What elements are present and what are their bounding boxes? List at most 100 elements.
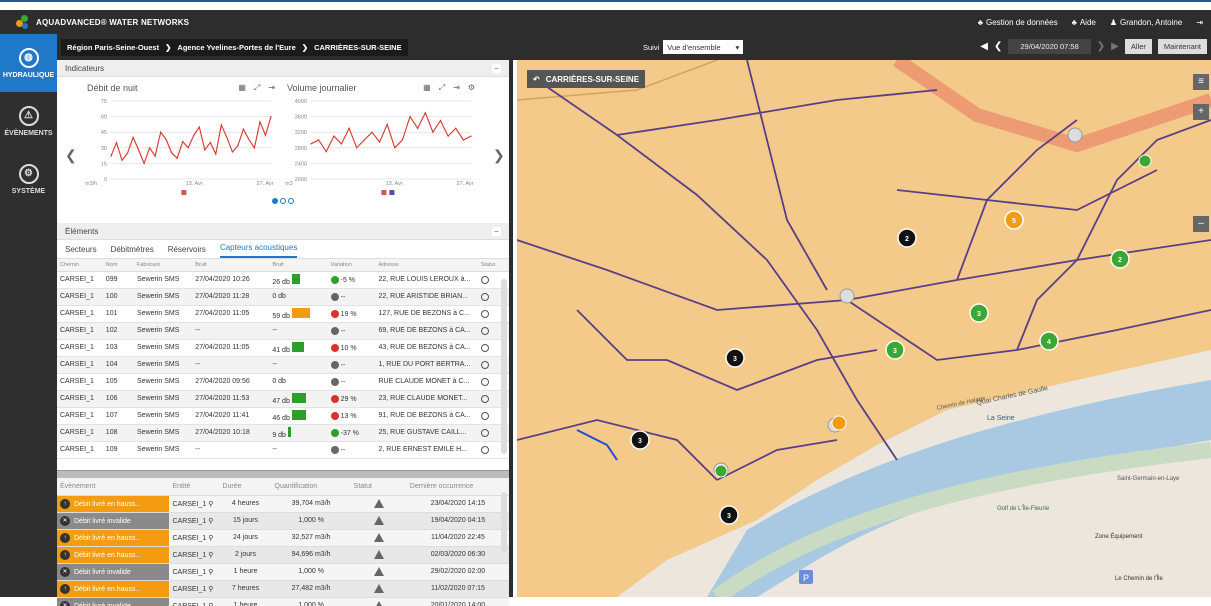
- go-button[interactable]: Aller: [1125, 39, 1152, 54]
- sensor-active-icon: [1139, 155, 1151, 167]
- network-map[interactable]: Quai Charles de Gaulle Chemin de Halage …: [517, 60, 1211, 597]
- column-header[interactable]: Entité: [169, 478, 219, 495]
- cell-date: --: [192, 441, 269, 458]
- date-field[interactable]: 29/04/2020 07:58: [1008, 39, 1090, 54]
- calculator-icon[interactable]: ▦: [238, 83, 246, 93]
- now-button[interactable]: Maintenant: [1158, 39, 1207, 54]
- column-header[interactable]: Durée: [219, 478, 271, 495]
- table-row[interactable]: CARSEI_1100Sewerin SMS27/04/2020 11:280 …: [57, 288, 509, 305]
- table-row[interactable]: CARSEI_1099Sewerin SMS27/04/2020 10:2626…: [57, 271, 509, 288]
- status-circle-icon[interactable]: [481, 293, 489, 301]
- nav-evenements[interactable]: ⚠ ÉVÈNEMENTS: [0, 92, 57, 150]
- warning-icon: ⚠: [19, 106, 39, 126]
- column-header[interactable]: Bruit: [192, 259, 269, 271]
- nav-hydraulique[interactable]: ◍ HYDRAULIQUE: [0, 34, 57, 92]
- status-circle-icon[interactable]: [481, 412, 489, 420]
- map-view[interactable]: Quai Charles de Gaulle Chemin de Halage …: [517, 60, 1211, 597]
- locate-icon[interactable]: ⚲: [206, 569, 213, 576]
- rewind-icon[interactable]: ◀: [980, 41, 988, 52]
- tab-reservoirs[interactable]: Réservoirs: [168, 245, 206, 258]
- forward-icon[interactable]: ▶: [1111, 41, 1119, 52]
- tab-debitmetres[interactable]: Débitmètres: [111, 245, 154, 258]
- expand-icon[interactable]: ⤢: [439, 83, 445, 93]
- table-row[interactable]: CARSEI_1107Sewerin SMS27/04/2020 11:4146…: [57, 407, 509, 424]
- table-row[interactable]: ✕Débit livré invalideCARSEI_1 ⚲15 jours1…: [57, 512, 509, 529]
- status-circle-icon[interactable]: [481, 395, 489, 403]
- logout-icon[interactable]: ⇥: [1196, 18, 1203, 27]
- column-header[interactable]: Statut: [351, 478, 407, 495]
- zoom-in-button[interactable]: +: [1193, 104, 1209, 120]
- column-header[interactable]: Chemin: [57, 259, 103, 271]
- user-menu[interactable]: ♟Grandon, Antoine: [1110, 18, 1182, 27]
- locate-icon[interactable]: ⚲: [206, 586, 213, 593]
- table-row[interactable]: CARSEI_1102Sewerin SMS------69, RUE DE B…: [57, 322, 509, 339]
- app-title: AQUADVANCED® WATER NETWORKS: [36, 18, 189, 27]
- layers-icon[interactable]: ≡: [1193, 74, 1209, 90]
- collapse-icon[interactable]: –: [492, 64, 501, 73]
- locate-icon[interactable]: ⚲: [206, 603, 213, 606]
- table-row[interactable]: CARSEI_1106Sewerin SMS27/04/2020 11:5347…: [57, 390, 509, 407]
- table-scrollbar[interactable]: [501, 279, 507, 454]
- zoom-out-button[interactable]: –: [1193, 216, 1209, 232]
- column-header[interactable]: Nom: [103, 259, 134, 271]
- status-circle-icon[interactable]: [481, 327, 489, 335]
- export-icon[interactable]: ⇥: [268, 83, 275, 93]
- table-row[interactable]: ↑Débit livré en hauss...CARSEI_1 ⚲24 jou…: [57, 529, 509, 546]
- status-circle-icon[interactable]: [481, 276, 489, 284]
- next-chart-icon[interactable]: ❯: [493, 147, 505, 164]
- export-icon[interactable]: ⇥: [453, 83, 460, 93]
- locate-icon[interactable]: ⚲: [206, 535, 213, 542]
- breadcrumb-city[interactable]: CARRIÈRES-SUR-SEINE: [314, 43, 402, 52]
- data-management-link[interactable]: ♣Gestion de données: [978, 18, 1058, 27]
- status-circle-icon[interactable]: [481, 378, 489, 386]
- collapse-icon[interactable]: –: [492, 227, 501, 236]
- column-header[interactable]: Évènement: [57, 478, 169, 495]
- table-row[interactable]: CARSEI_1101Sewerin SMS27/04/2020 11:0559…: [57, 305, 509, 322]
- table-row[interactable]: CARSEI_1108Sewerin SMS27/04/2020 10:189 …: [57, 424, 509, 441]
- table-row[interactable]: ↑Débit livré en hauss...CARSEI_1 ⚲2 jour…: [57, 546, 509, 563]
- events-scrollbar[interactable]: [501, 492, 507, 552]
- table-row[interactable]: CARSEI_1103Sewerin SMS27/04/2020 11:0541…: [57, 339, 509, 356]
- calculator-icon[interactable]: ▦: [423, 83, 431, 93]
- table-row[interactable]: ↑Débit livré en hauss...CARSEI_1 ⚲4 heur…: [57, 495, 509, 512]
- table-row[interactable]: CARSEI_1109Sewerin SMS------2, RUE ERNES…: [57, 441, 509, 458]
- nav-systeme[interactable]: ⚙ SYSTÈME: [0, 150, 57, 208]
- status-circle-icon[interactable]: [481, 429, 489, 437]
- locate-icon[interactable]: ⚲: [206, 552, 213, 559]
- carousel-dot[interactable]: [288, 198, 294, 204]
- suivi-select[interactable]: Vue d'ensemble▾: [663, 40, 743, 54]
- table-row[interactable]: CARSEI_1104Sewerin SMS------1, RUE DU PO…: [57, 356, 509, 373]
- locate-icon[interactable]: ⚲: [206, 518, 213, 525]
- gear-icon[interactable]: ⚙: [468, 83, 475, 93]
- status-circle-icon[interactable]: [481, 361, 489, 369]
- breadcrumb-agency[interactable]: Agence Yvelines-Portes de l'Eure: [177, 43, 295, 52]
- prev-chart-icon[interactable]: ❮: [65, 147, 77, 164]
- status-circle-icon[interactable]: [481, 446, 489, 454]
- help-link[interactable]: ♣Aide: [1072, 18, 1096, 27]
- table-row[interactable]: CARSEI_1105Sewerin SMS27/04/2020 09:560 …: [57, 373, 509, 390]
- next-icon[interactable]: ❯: [1097, 41, 1105, 52]
- splitter-handle[interactable]: [57, 470, 509, 478]
- table-row[interactable]: ✕Débit livré invalideCARSEI_1 ⚲1 heure1,…: [57, 597, 509, 606]
- place-label: Golf de L'Île-Fleurie: [997, 505, 1050, 512]
- column-header[interactable]: Variation: [328, 259, 376, 271]
- previous-icon[interactable]: ❮: [994, 41, 1002, 52]
- column-header[interactable]: Fabricant: [134, 259, 192, 271]
- table-row[interactable]: ✕Débit livré invalideCARSEI_1 ⚲1 heure1,…: [57, 563, 509, 580]
- carousel-dot[interactable]: [280, 198, 286, 204]
- breadcrumb-region[interactable]: Région Paris-Seine-Ouest: [67, 43, 159, 52]
- column-header[interactable]: Statut: [478, 259, 509, 271]
- expand-icon[interactable]: ⤢: [254, 83, 260, 93]
- tab-capteurs-acoustiques[interactable]: Capteurs acoustiques: [220, 243, 297, 258]
- column-header[interactable]: Quantification: [272, 478, 351, 495]
- column-header[interactable]: Bruit: [269, 259, 327, 271]
- status-circle-icon[interactable]: [481, 344, 489, 352]
- carousel-dot[interactable]: [272, 198, 278, 204]
- map-location-label[interactable]: ↶ CARRIÈRES-SUR-SEINE: [527, 70, 645, 88]
- locate-icon[interactable]: ⚲: [206, 501, 213, 508]
- table-row[interactable]: ↑Débit livré en hauss...CARSEI_1 ⚲7 heur…: [57, 580, 509, 597]
- column-header[interactable]: Adresse: [375, 259, 477, 271]
- tab-secteurs[interactable]: Secteurs: [65, 245, 97, 258]
- column-header[interactable]: Dernière occurrence: [407, 478, 509, 495]
- status-circle-icon[interactable]: [481, 310, 489, 318]
